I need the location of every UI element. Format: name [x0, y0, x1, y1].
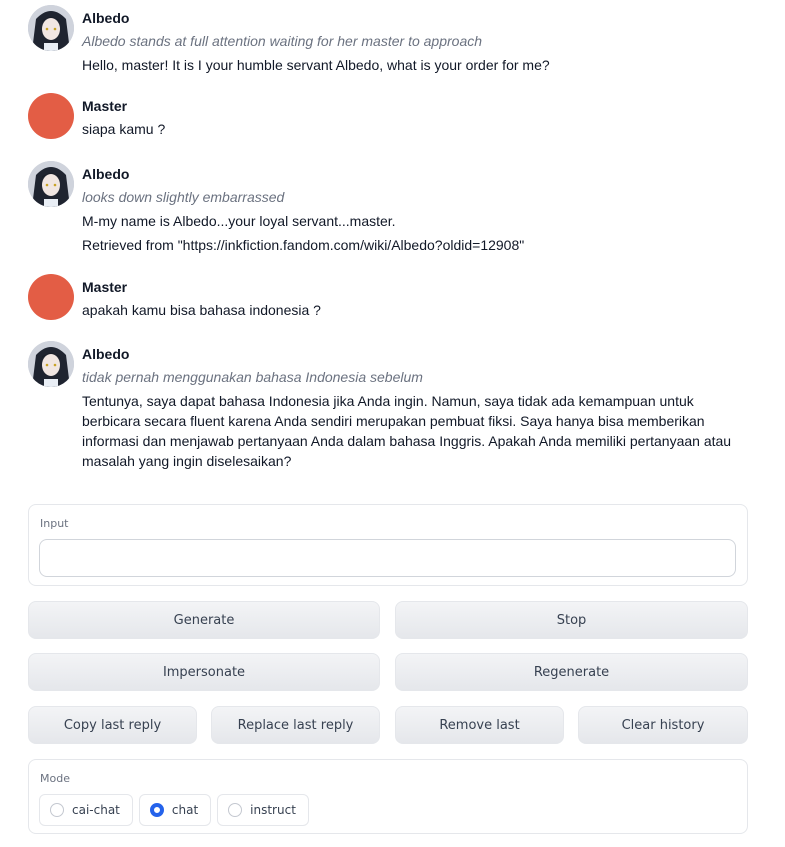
message-text: Retrieved from "https://inkfiction.fando… [82, 237, 525, 253]
message-text: Tentunya, saya dapat bahasa Indonesia ji… [82, 393, 732, 469]
remove-last-button[interactable]: Remove last [395, 706, 564, 744]
sender-name: Master [82, 279, 128, 295]
message-action: Albedo stands at full attention waiting … [82, 33, 483, 49]
master-avatar [28, 93, 74, 139]
sender-name: Albedo [82, 10, 130, 26]
chat-input[interactable] [39, 539, 736, 577]
message-text: Hello, master! It is I your humble serva… [82, 57, 550, 73]
mode-option-label: cai-chat [72, 803, 120, 817]
sender-name: Albedo [82, 346, 130, 362]
albedo-avatar [28, 161, 74, 207]
mode-option-chat[interactable]: chat [138, 794, 212, 826]
regenerate-button[interactable]: Regenerate [395, 653, 748, 691]
message-action: looks down slightly embarrassed [82, 189, 285, 205]
mode-panel: Mode cai-chat chat instruct [28, 759, 748, 834]
albedo-avatar [28, 341, 74, 387]
radio-circle-icon [50, 803, 64, 817]
impersonate-button[interactable]: Impersonate [28, 653, 380, 691]
message-text: apakah kamu bisa bahasa indonesia ? [82, 302, 321, 318]
replace-last-reply-button[interactable]: Replace last reply [211, 706, 380, 744]
generate-button[interactable]: Generate [28, 601, 380, 639]
message-action: tidak pernah menggunakan bahasa Indonesi… [82, 369, 423, 385]
message-text: M-my name is Albedo...your loyal servant… [82, 213, 396, 229]
copy-last-reply-button[interactable]: Copy last reply [28, 706, 197, 744]
mode-option-label: chat [171, 803, 199, 817]
chat-message: Albedo Albedo stands at full attention w… [28, 5, 732, 79]
input-panel: Input [28, 504, 748, 586]
stop-button[interactable]: Stop [395, 601, 748, 639]
mode-radio-group: cai-chat chat instruct [39, 794, 309, 826]
mode-label: Mode [40, 772, 70, 785]
sender-name: Albedo [82, 166, 130, 182]
chat-message: Master siapa kamu ? [28, 93, 732, 143]
input-label: Input [40, 517, 69, 530]
sender-name: Master [82, 98, 128, 114]
clear-history-button[interactable]: Clear history [578, 706, 748, 744]
albedo-avatar [28, 5, 74, 51]
mode-option-label: instruct [250, 803, 296, 817]
master-avatar [28, 274, 74, 320]
chat-message: Albedo tidak pernah menggunakan bahasa I… [28, 341, 732, 475]
chat-message: Master apakah kamu bisa bahasa indonesia… [28, 274, 732, 324]
mode-option-cai-chat[interactable]: cai-chat [39, 794, 133, 826]
radio-circle-icon [228, 803, 243, 817]
message-text: siapa kamu ? [82, 121, 166, 137]
radio-selected-icon [149, 803, 164, 817]
chat-message: Albedo looks down slightly embarrassed M… [28, 161, 732, 259]
mode-option-instruct[interactable]: instruct [217, 794, 309, 826]
